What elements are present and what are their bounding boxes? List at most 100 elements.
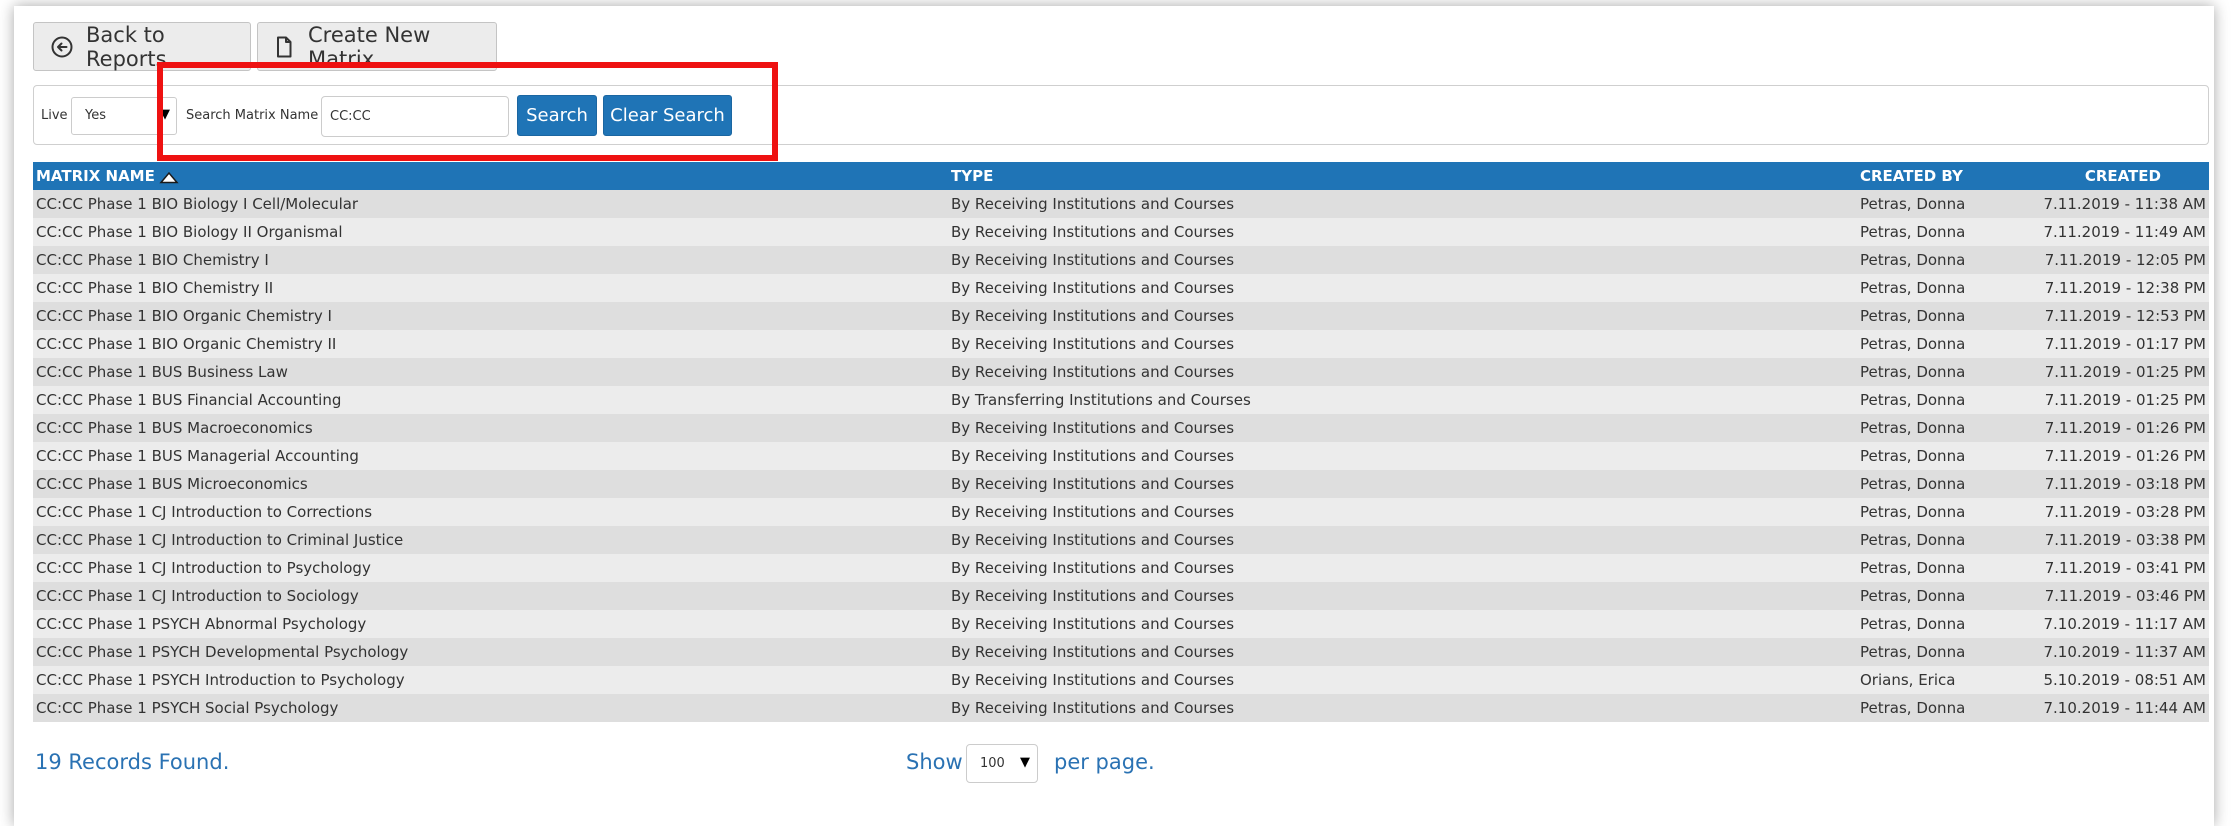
type-cell: By Receiving Institutions and Courses <box>951 503 1235 521</box>
created-cell: 7.10.2019 - 11:37 AM <box>2043 643 2207 661</box>
created-cell: 7.11.2019 - 03:41 PM <box>2044 559 2206 577</box>
table-row[interactable]: CC:CC Phase 1 BUS Business Law By Receivi… <box>33 358 2209 386</box>
matrix-name-cell: CC:CC Phase 1 BIO Biology II Organismal <box>36 223 343 241</box>
created-cell: 7.11.2019 - 11:49 AM <box>2043 223 2207 241</box>
matrix-name-cell: CC:CC Phase 1 BIO Organic Chemistry II <box>36 335 337 353</box>
column-header-created-by[interactable]: CREATED BY <box>1860 167 1963 185</box>
type-cell: By Receiving Institutions and Courses <box>951 335 1235 353</box>
table-row[interactable]: CC:CC Phase 1 CJ Introduction to Psychol… <box>33 554 2209 582</box>
type-cell: By Receiving Institutions and Courses <box>951 251 1235 269</box>
table-row[interactable]: CC:CC Phase 1 BUS Managerial Accounting B… <box>33 442 2209 470</box>
matrix-name-cell: CC:CC Phase 1 PSYCH Social Psychology <box>36 699 339 717</box>
created-cell: 7.10.2019 - 11:44 AM <box>2043 699 2207 717</box>
table-header: MATRIX NAME TYPE CREATED BY CREATED <box>33 162 2209 190</box>
table-row[interactable]: CC:CC Phase 1 BIO Organic Chemistry II By… <box>33 330 2209 358</box>
table-row[interactable]: CC:CC Phase 1 BUS Microeconomics By Recei… <box>33 470 2209 498</box>
search-button[interactable]: Search <box>517 95 597 136</box>
matrix-table: MATRIX NAME TYPE CREATED BY CREATED CC:C… <box>33 162 2209 722</box>
type-cell: By Receiving Institutions and Courses <box>951 475 1235 493</box>
search-matrix-name-label: Search Matrix Name <box>186 108 319 123</box>
table-row[interactable]: CC:CC Phase 1 BIO Biology II Organismal B… <box>33 218 2209 246</box>
per-page-select[interactable]: 100 ▼ <box>966 744 1038 783</box>
type-cell: By Receiving Institutions and Courses <box>951 559 1235 577</box>
table-row[interactable]: CC:CC Phase 1 CJ Introduction to Sociolo… <box>33 582 2209 610</box>
created-by-cell: Petras, Donna <box>1860 559 1966 577</box>
type-cell: By Receiving Institutions and Courses <box>951 447 1235 465</box>
created-by-cell: Petras, Donna <box>1860 335 1966 353</box>
created-by-cell: Petras, Donna <box>1860 643 1966 661</box>
table-row[interactable]: CC:CC Phase 1 CJ Introduction to Correct… <box>33 498 2209 526</box>
type-cell: By Receiving Institutions and Courses <box>951 307 1235 325</box>
table-row[interactable]: CC:CC Phase 1 BIO Chemistry II By Receivi… <box>33 274 2209 302</box>
matrix-name-cell: CC:CC Phase 1 CJ Introduction to Sociolo… <box>36 587 359 605</box>
matrix-name-cell: CC:CC Phase 1 BIO Chemistry II <box>36 279 274 297</box>
column-header-created[interactable]: CREATED <box>2085 167 2161 185</box>
matrix-name-cell: CC:CC Phase 1 BUS Microeconomics <box>36 475 308 493</box>
type-cell: By Receiving Institutions and Courses <box>951 531 1235 549</box>
caret-down-icon: ▼ <box>160 107 170 122</box>
created-cell: 7.11.2019 - 01:25 PM <box>2044 391 2206 409</box>
matrix-name-cell: CC:CC Phase 1 BUS Business Law <box>36 363 288 381</box>
type-cell: By Transferring Institutions and Courses <box>951 391 1251 409</box>
created-by-cell: Petras, Donna <box>1860 279 1966 297</box>
created-by-cell: Petras, Donna <box>1860 251 1966 269</box>
live-label: Live <box>41 108 68 123</box>
matrix-name-cell: CC:CC Phase 1 BUS Financial Accounting <box>36 391 342 409</box>
created-by-cell: Petras, Donna <box>1860 475 1966 493</box>
created-by-cell: Petras, Donna <box>1860 307 1966 325</box>
created-cell: 7.11.2019 - 12:53 PM <box>2044 307 2206 325</box>
type-cell: By Receiving Institutions and Courses <box>951 419 1235 437</box>
table-row[interactable]: CC:CC Phase 1 PSYCH Introduction to Psyc… <box>33 666 2209 694</box>
table-row[interactable]: CC:CC Phase 1 PSYCH Abnormal Psychology B… <box>33 610 2209 638</box>
type-cell: By Receiving Institutions and Courses <box>951 587 1235 605</box>
table-row[interactable]: CC:CC Phase 1 PSYCH Social Psychology By … <box>33 694 2209 722</box>
created-by-cell: Petras, Donna <box>1860 419 1966 437</box>
search-matrix-name-input[interactable] <box>321 96 509 137</box>
created-cell: 7.10.2019 - 11:17 AM <box>2043 615 2207 633</box>
created-by-cell: Petras, Donna <box>1860 447 1966 465</box>
matrix-name-cell: CC:CC Phase 1 PSYCH Abnormal Psychology <box>36 615 367 633</box>
created-cell: 7.11.2019 - 01:26 PM <box>2044 447 2206 465</box>
type-cell: By Receiving Institutions and Courses <box>951 643 1235 661</box>
created-by-cell: Petras, Donna <box>1860 615 1966 633</box>
live-select-value: Yes <box>85 108 106 123</box>
create-new-matrix-button[interactable]: Create New Matrix <box>257 22 497 71</box>
created-cell: 7.11.2019 - 01:25 PM <box>2044 363 2206 381</box>
created-cell: 7.11.2019 - 11:38 AM <box>2043 195 2207 213</box>
created-by-cell: Petras, Donna <box>1860 391 1966 409</box>
matrix-name-cell: CC:CC Phase 1 BIO Chemistry I <box>36 251 269 269</box>
type-cell: By Receiving Institutions and Courses <box>951 615 1235 633</box>
column-header-matrix-name[interactable]: MATRIX NAME <box>36 167 179 185</box>
table-row[interactable]: CC:CC Phase 1 BIO Chemistry I By Receivin… <box>33 246 2209 274</box>
back-to-reports-label: Back to Reports <box>86 22 167 71</box>
create-new-matrix-label: Create New Matrix <box>308 22 431 71</box>
sort-ascending-icon[interactable] <box>159 170 179 184</box>
created-by-cell: Orians, Erica <box>1860 671 1956 689</box>
matrix-name-cell: CC:CC Phase 1 CJ Introduction to Psychol… <box>36 559 371 577</box>
table-row[interactable]: CC:CC Phase 1 CJ Introduction to Crimina… <box>33 526 2209 554</box>
table-row[interactable]: CC:CC Phase 1 BUS Macroeconomics By Recei… <box>33 414 2209 442</box>
column-header-type[interactable]: TYPE <box>951 167 993 185</box>
created-cell: 7.11.2019 - 01:26 PM <box>2044 419 2206 437</box>
type-cell: By Receiving Institutions and Courses <box>951 223 1235 241</box>
back-to-reports-button[interactable]: Back to Reports <box>33 22 251 71</box>
created-by-cell: Petras, Donna <box>1860 195 1966 213</box>
created-cell: 7.11.2019 - 03:18 PM <box>2044 475 2206 493</box>
type-cell: By Receiving Institutions and Courses <box>951 699 1235 717</box>
document-icon <box>272 35 296 59</box>
table-row[interactable]: CC:CC Phase 1 BIO Biology I Cell/Molecul… <box>33 190 2209 218</box>
table-row[interactable]: CC:CC Phase 1 BUS Financial Accounting By… <box>33 386 2209 414</box>
records-found-text: 19 Records Found. <box>35 750 230 774</box>
created-by-cell: Petras, Donna <box>1860 503 1966 521</box>
per-page-label: per page. <box>1054 750 1155 774</box>
created-by-cell: Petras, Donna <box>1860 699 1966 717</box>
matrix-name-cell: CC:CC Phase 1 CJ Introduction to Correct… <box>36 503 373 521</box>
live-select[interactable]: Yes ▼ <box>71 97 177 135</box>
matrix-name-cell: CC:CC Phase 1 BUS Managerial Accounting <box>36 447 359 465</box>
created-by-cell: Petras, Donna <box>1860 363 1966 381</box>
clear-search-button[interactable]: Clear Search <box>603 95 732 136</box>
created-by-cell: Petras, Donna <box>1860 223 1966 241</box>
table-row[interactable]: CC:CC Phase 1 BIO Organic Chemistry I By … <box>33 302 2209 330</box>
matrix-name-cell: CC:CC Phase 1 BIO Biology I Cell/Molecul… <box>36 195 359 213</box>
table-row[interactable]: CC:CC Phase 1 PSYCH Developmental Psycho… <box>33 638 2209 666</box>
